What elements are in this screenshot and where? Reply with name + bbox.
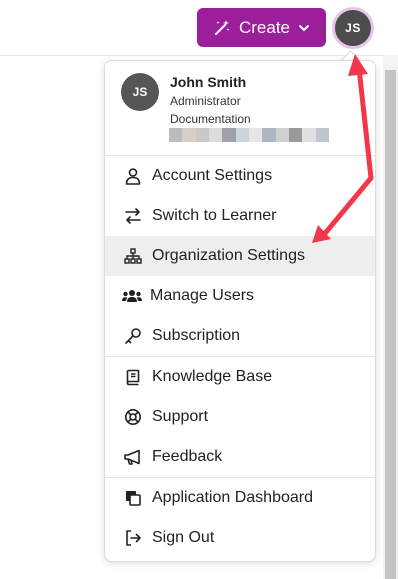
menu-item-label: Manage Users: [150, 287, 255, 304]
org-chart-icon: [123, 246, 143, 266]
swap-arrows-icon: [123, 206, 143, 226]
redacted-block: [315, 128, 329, 142]
user-avatar: JS: [121, 73, 159, 111]
redacted-block: [208, 128, 223, 142]
menu-item-application-dashboard[interactable]: Application Dashboard: [105, 478, 375, 518]
menu-item-label: Feedback: [152, 448, 223, 465]
menu-item-knowledge-base[interactable]: Knowledge Base: [105, 357, 375, 397]
create-button[interactable]: Create: [197, 8, 326, 47]
redacted-block: [222, 128, 236, 142]
menu-item-sign-out[interactable]: Sign Out: [105, 518, 375, 558]
lifebuoy-icon: [123, 407, 143, 427]
copy-windows-icon: [123, 488, 143, 508]
user-dropdown-menu: JS John Smith Administrator Documentatio…: [104, 60, 376, 562]
user-role: Administrator: [170, 94, 241, 108]
sign-out-icon: [123, 528, 143, 548]
menu-item-label: Sign Out: [152, 529, 215, 546]
user-icon: [123, 166, 143, 186]
user-name: John Smith: [170, 74, 247, 90]
top-bar: Create JS: [0, 0, 398, 56]
redacted-block: [235, 128, 249, 142]
chevron-down-icon: [298, 22, 310, 34]
user-info: JS John Smith Administrator Documentatio…: [105, 61, 375, 155]
redacted-block: [302, 128, 316, 142]
user-avatar-initials: JS: [132, 85, 148, 99]
user-avatar-button[interactable]: JS: [332, 7, 374, 49]
menu-item-manage-users[interactable]: Manage Users: [105, 276, 375, 316]
redacted-block: [182, 128, 196, 142]
menu-item-switch-to-learner[interactable]: Switch to Learner: [105, 196, 375, 236]
menu-item-label: Knowledge Base: [152, 368, 273, 385]
menu-item-label: Subscription: [152, 327, 241, 344]
redacted-block: [262, 128, 276, 142]
redacted-email: [169, 128, 329, 142]
key-icon: [123, 326, 143, 346]
menu-item-label: Switch to Learner: [152, 207, 277, 224]
menu-item-support[interactable]: Support: [105, 397, 375, 437]
menu-item-label: Account Settings: [152, 167, 273, 184]
menu-item-label: Organization Settings: [152, 247, 305, 264]
user-organization: Documentation: [170, 112, 251, 126]
redacted-block: [195, 128, 209, 142]
menu-item-label: Support: [152, 408, 209, 425]
menu-item-organization-settings[interactable]: Organization Settings: [105, 236, 375, 276]
avatar-initials: JS: [345, 21, 361, 35]
users-group-icon: [121, 286, 143, 306]
redacted-block: [169, 128, 183, 142]
redacted-block: [288, 128, 303, 142]
megaphone-icon: [123, 447, 143, 467]
menu-item-account-settings[interactable]: Account Settings: [105, 156, 375, 196]
redacted-block: [248, 128, 263, 142]
redacted-block: [275, 128, 289, 142]
menu-item-label: Application Dashboard: [152, 489, 313, 506]
menu-item-feedback[interactable]: Feedback: [105, 437, 375, 477]
book-icon: [123, 367, 143, 387]
scrollbar-thumb[interactable]: [385, 70, 396, 579]
menu-item-subscription[interactable]: Subscription: [105, 316, 375, 356]
create-button-label: Create: [238, 17, 291, 37]
magic-wand-icon: [213, 19, 231, 37]
